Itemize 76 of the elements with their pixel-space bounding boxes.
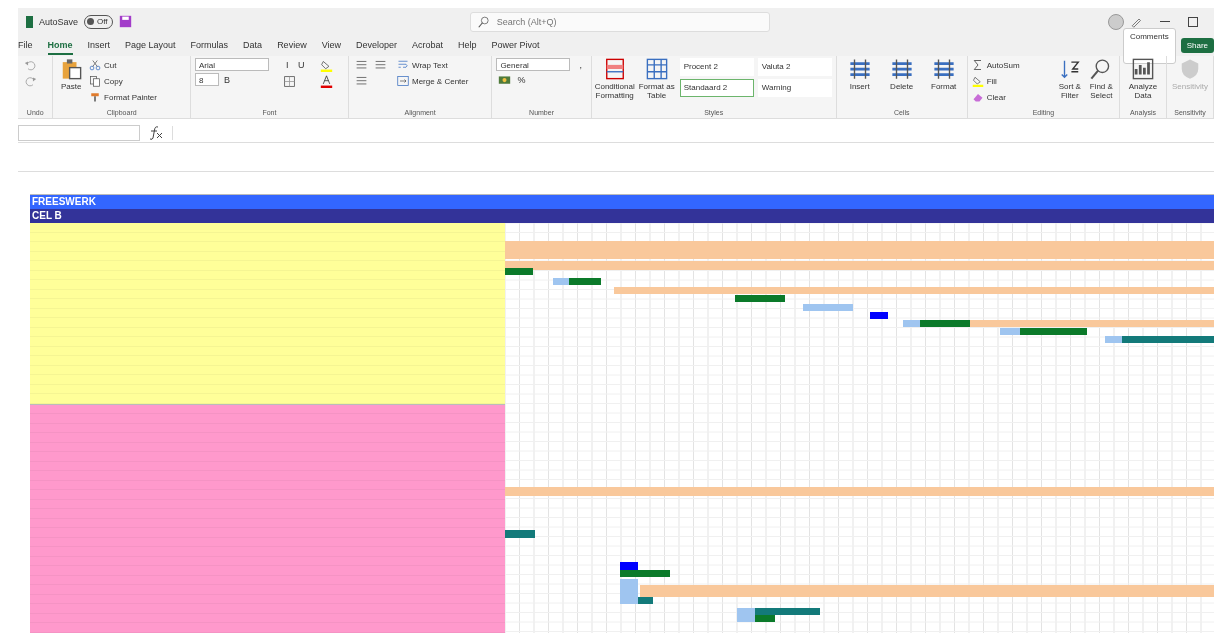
paintbrush-icon: [89, 91, 102, 103]
ribbon-button[interactable]: Cut: [89, 58, 186, 72]
align-icon: [354, 58, 368, 72]
ribbon-tab[interactable]: Data: [243, 36, 263, 55]
ribbon-tab[interactable]: Help: [458, 36, 477, 55]
dropdown-field[interactable]: 8: [194, 73, 219, 86]
ribbon-button[interactable]: Find & Select: [1087, 58, 1115, 100]
scissors-icon: [89, 59, 102, 71]
ribbon-button[interactable]: Wrap Text: [396, 58, 488, 72]
ribbon-tab[interactable]: Acrobat: [412, 36, 444, 55]
ribbon-button[interactable]: Format: [924, 58, 963, 91]
eraser-icon: [971, 91, 984, 103]
ribbon-button[interactable]: Merge & Center: [396, 74, 488, 88]
ribbon-button[interactable]: ,: [574, 58, 587, 72]
table-icon: [645, 58, 668, 80]
cell-style[interactable]: Procent 2: [679, 58, 754, 76]
save-icon[interactable]: [118, 15, 132, 28]
paint-bucket-icon: [319, 58, 333, 72]
font-color-icon: [319, 74, 333, 88]
section-band: CEL B: [30, 209, 1214, 223]
ribbon-button[interactable]: I: [281, 58, 294, 72]
ribbon-button[interactable]: Sort & Filter: [1056, 58, 1084, 100]
search-field[interactable]: Search (Alt+Q): [469, 11, 770, 32]
maximize-icon[interactable]: [1188, 16, 1198, 27]
ribbon-tab[interactable]: Power Pivot: [491, 36, 540, 55]
merge-icon: [396, 75, 409, 87]
ribbon-button[interactable]: %: [515, 73, 528, 87]
cell-style[interactable]: Warning: [757, 79, 832, 97]
ribbon-button[interactable]: U: [295, 58, 308, 72]
autosave-label: AutoSave: [39, 16, 79, 27]
ribbon-button[interactable]: AutoSum: [971, 58, 1053, 72]
dropdown-field[interactable]: General: [496, 58, 571, 71]
wrap-icon: [396, 59, 409, 71]
ribbon-button[interactable]: Insert: [840, 58, 879, 91]
banknote-icon: [498, 73, 512, 87]
chart-icon: [1132, 58, 1154, 80]
ribbon-tab[interactable]: Home: [47, 36, 73, 55]
cell-style[interactable]: Valuta 2: [757, 58, 832, 76]
rows-icon: [932, 58, 955, 80]
function-icon[interactable]: [148, 126, 164, 140]
undo-icon: [24, 58, 37, 72]
shield-icon: [1179, 58, 1201, 80]
ribbon-tab[interactable]: Formulas: [190, 36, 229, 55]
ribbon-tab[interactable]: File: [18, 36, 33, 55]
align-icon: [354, 74, 368, 88]
paint-bucket-icon: [971, 75, 984, 87]
ribbon-tab[interactable]: View: [321, 36, 341, 55]
app-logo-icon: [26, 15, 33, 28]
ribbon-tab[interactable]: Page Layout: [125, 36, 176, 55]
section-band: FREESWERK: [30, 195, 1214, 209]
search-icon: [477, 15, 490, 28]
align-icon: [373, 58, 387, 72]
conditional-format-icon: [603, 58, 626, 80]
ribbon-tab[interactable]: Insert: [87, 36, 111, 55]
ribbon-button[interactable]: Copy: [89, 74, 186, 88]
ribbon-button[interactable]: Format Painter: [89, 90, 186, 104]
ribbon-button[interactable]: Fill: [971, 74, 1053, 88]
rows-icon: [848, 58, 871, 80]
comments-button[interactable]: Comments: [1122, 27, 1176, 64]
ribbon-button[interactable]: Clear: [971, 90, 1053, 104]
sigma-icon: [971, 59, 984, 71]
redo-icon: [24, 74, 37, 88]
cell-style[interactable]: Standaard 2: [679, 79, 754, 97]
ribbon-button[interactable]: Format as Table: [637, 58, 676, 100]
ribbon-tab[interactable]: Review: [277, 36, 307, 55]
ribbon-tab[interactable]: Developer: [356, 36, 398, 55]
border-icon: [283, 74, 297, 88]
ribbon-button[interactable]: Paste: [57, 58, 86, 91]
ribbon-button[interactable]: Conditional Formatting: [595, 58, 634, 100]
dropdown-field[interactable]: Arial: [194, 58, 269, 71]
rows-icon: [890, 58, 913, 80]
copy-icon: [89, 75, 102, 87]
ribbon-button[interactable]: B: [220, 73, 233, 87]
avatar-icon[interactable]: [1108, 13, 1124, 30]
share-button[interactable]: Share: [1180, 38, 1214, 53]
ribbon-button[interactable]: Delete: [882, 58, 921, 91]
